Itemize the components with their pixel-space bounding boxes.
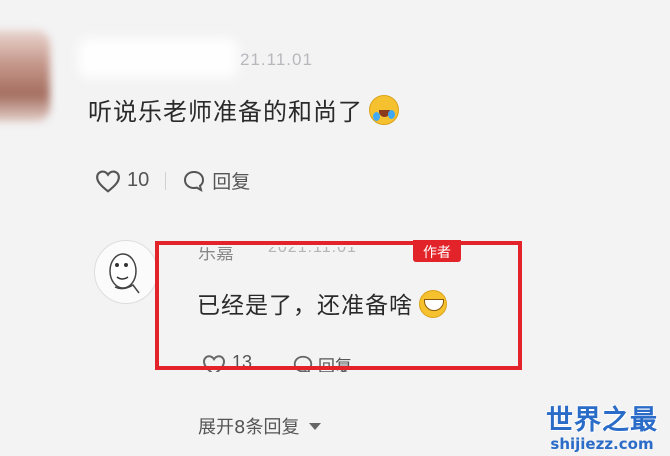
watermark-url: shijiezz.com: [550, 435, 654, 453]
reply-author-avatar[interactable]: [94, 240, 158, 304]
comment-like-count: 10: [127, 169, 150, 191]
watermark: 世界之最 shijiezz.com: [540, 398, 664, 453]
comment-date: 21.11.01: [240, 50, 313, 69]
comment-reply-button[interactable]: 回复: [212, 167, 250, 194]
caret-down-icon: [309, 422, 322, 430]
commenter-name-blurred: [78, 38, 238, 78]
laugh-crying-emoji-icon: [369, 95, 399, 125]
comment-text: 听说乐老师准备的和尚了: [88, 92, 399, 127]
divider: [165, 171, 167, 190]
reply-bubble-icon[interactable]: [182, 169, 206, 193]
expand-replies-label: 展开8条回复: [198, 417, 300, 438]
expand-replies-button[interactable]: 展开8条回复: [198, 413, 322, 439]
watermark-title: 世界之最: [546, 405, 658, 436]
comment-text-content: 听说乐老师准备的和尚了: [88, 98, 363, 126]
comment-actions: 10 回复: [95, 167, 250, 194]
like-heart-icon[interactable]: [95, 169, 121, 193]
commenter-avatar[interactable]: [0, 30, 50, 122]
red-highlight-box: [155, 241, 522, 370]
